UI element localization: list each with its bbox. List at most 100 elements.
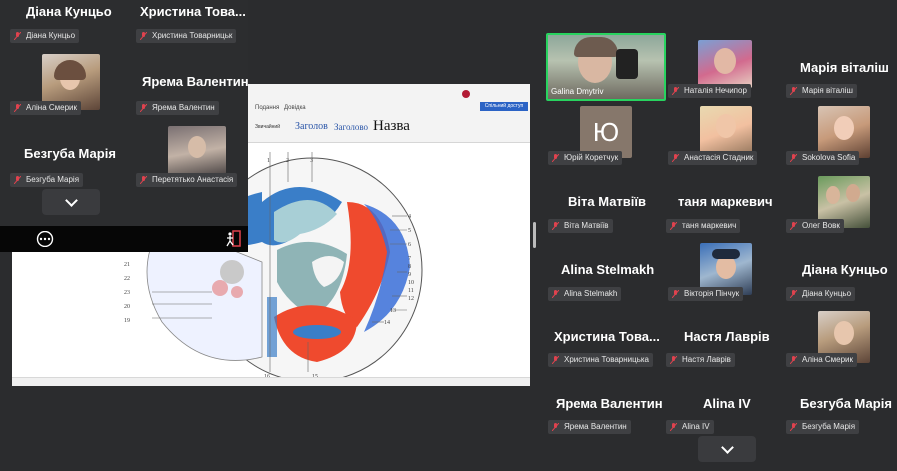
mic-muted-icon bbox=[140, 176, 147, 184]
participant-label: Ярема Валентин bbox=[136, 101, 219, 115]
participant-name: Безгуба Марія bbox=[24, 146, 116, 161]
participant-name: Alina Stelmakh bbox=[561, 262, 655, 277]
diagram-label: 9 bbox=[408, 272, 411, 278]
style-title[interactable]: Назва bbox=[373, 118, 410, 135]
participant-label: Аліна Смерик bbox=[786, 353, 858, 367]
participant-name: таня маркевич bbox=[678, 194, 773, 209]
chevron-down-icon bbox=[65, 194, 78, 207]
mic-muted-icon bbox=[790, 87, 797, 95]
mic-muted-icon bbox=[552, 154, 559, 162]
mic-muted-icon bbox=[14, 176, 21, 184]
mic-muted-icon bbox=[14, 32, 21, 40]
participant-name: Ярема Валентин bbox=[142, 74, 249, 89]
participant-name: Безгуба Марія bbox=[800, 396, 892, 411]
diagram-label: 10 bbox=[408, 280, 414, 286]
mic-muted-icon bbox=[140, 32, 147, 40]
diagram-label: 14 bbox=[384, 320, 390, 326]
leave-icon[interactable] bbox=[224, 230, 242, 248]
diagram-label: 19 bbox=[124, 318, 130, 324]
participants-overlay-panel: Діана Кунцьо Діана Кунцьо Христина Това.… bbox=[0, 0, 249, 226]
participant-label: Alina IV bbox=[666, 420, 714, 434]
panel-resize-handle[interactable] bbox=[533, 222, 536, 248]
participant-name: Настя Лаврів bbox=[684, 329, 770, 344]
mic-muted-icon bbox=[670, 356, 677, 364]
style-normal[interactable]: Звичайний bbox=[255, 124, 280, 130]
share-button[interactable]: Спільний доступ bbox=[480, 102, 528, 111]
mic-muted-icon bbox=[552, 356, 559, 364]
diagram-label: 11 bbox=[408, 288, 414, 294]
mic-muted-icon bbox=[670, 423, 677, 431]
participant-label: Аліна Смерик bbox=[10, 101, 82, 115]
diagram-label: 5 bbox=[408, 228, 411, 234]
participant-label: Безгуба Марія bbox=[10, 173, 84, 187]
diagram-label: 7 bbox=[408, 256, 411, 262]
mic-muted-icon bbox=[552, 222, 559, 230]
diagram-label: 12 bbox=[408, 296, 414, 302]
mic-muted-icon bbox=[790, 356, 797, 364]
participant-label: Alina Stelmakh bbox=[548, 287, 622, 301]
participant-video bbox=[168, 126, 226, 178]
style-heading2[interactable]: Заголово bbox=[334, 122, 368, 132]
participant-label: Анастасія Стадник bbox=[668, 151, 758, 165]
scroll-down-button[interactable] bbox=[42, 189, 100, 215]
participant-name: Діана Кунцьо bbox=[26, 4, 112, 19]
chevron-down-icon bbox=[721, 441, 734, 454]
participant-label: Віта Матвіїв bbox=[548, 219, 613, 233]
participant-label: таня маркевич bbox=[666, 219, 741, 233]
mic-muted-icon bbox=[672, 154, 679, 162]
mic-muted-icon bbox=[140, 104, 147, 112]
mic-muted-icon bbox=[790, 222, 797, 230]
mic-muted-icon bbox=[672, 290, 679, 298]
mic-muted-icon bbox=[14, 104, 21, 112]
participant-label: Настя Лаврів bbox=[666, 353, 735, 367]
participant-name: Діана Кунцьо bbox=[802, 262, 888, 277]
participant-name: Марія віталіш bbox=[800, 60, 889, 75]
diagram-label: 4 bbox=[408, 214, 411, 220]
participant-label: Юрій Коретчук bbox=[548, 151, 623, 165]
style-heading1[interactable]: Заголов bbox=[295, 121, 328, 132]
participant-label: Діана Кунцьо bbox=[10, 29, 80, 43]
participant-label: Олег Вовк bbox=[786, 219, 844, 233]
participant-label: Марія віталіш bbox=[786, 84, 857, 98]
diagram-label: 13 bbox=[390, 308, 396, 314]
diagram-label: 8 bbox=[408, 264, 411, 270]
participant-label: Христина Товарницька bbox=[548, 353, 654, 367]
mic-muted-icon bbox=[672, 87, 679, 95]
participant-label: Перетятько Анастасія bbox=[136, 173, 238, 187]
diagram-label: 23 bbox=[124, 290, 130, 296]
ribbon-tab-help[interactable]: Довідка bbox=[284, 105, 306, 111]
diagram-label: 2 bbox=[286, 158, 289, 164]
diagram-label: 20 bbox=[124, 304, 130, 310]
overlay-toolbar bbox=[0, 226, 248, 252]
mic-muted-icon bbox=[790, 154, 797, 162]
participant-name: Alina IV bbox=[703, 396, 751, 411]
diagram-label: 22 bbox=[124, 276, 130, 282]
mic-muted-icon bbox=[552, 290, 559, 298]
more-horizontal-icon[interactable] bbox=[35, 231, 55, 247]
participant-label: Galina Dmytriv bbox=[551, 87, 604, 96]
participant-video bbox=[698, 40, 752, 88]
participant-name: Христина Това... bbox=[140, 4, 246, 19]
ribbon-tab-view[interactable]: Подання bbox=[255, 105, 279, 111]
participant-label: Наталія Нечипор bbox=[668, 84, 751, 98]
mic-muted-icon bbox=[670, 222, 677, 230]
diagram-label: 6 bbox=[408, 242, 411, 248]
mic-muted-icon bbox=[552, 423, 559, 431]
participant-label: Sokolova Sofia bbox=[786, 151, 860, 165]
participant-name: Христина Това... bbox=[554, 329, 660, 344]
participant-label: Вікторія Пінчук bbox=[668, 287, 744, 301]
participant-name: Віта Матвіїв bbox=[568, 194, 647, 209]
participant-label: Діана Кунцьо bbox=[786, 287, 856, 301]
participant-label: Ярема Валентин bbox=[548, 420, 631, 434]
mic-muted-icon bbox=[790, 423, 797, 431]
word-status-bar bbox=[12, 377, 530, 386]
diagram-label: 1 bbox=[267, 158, 270, 164]
diagram-label: 3 bbox=[310, 158, 313, 164]
record-icon bbox=[462, 90, 470, 98]
gallery-scroll-down-button[interactable] bbox=[698, 436, 756, 462]
diagram-label: 21 bbox=[124, 262, 130, 268]
participant-label: Христина Товарницьк bbox=[136, 29, 237, 43]
mic-muted-icon bbox=[790, 290, 797, 298]
participant-label: Безгуба Марія bbox=[786, 420, 860, 434]
participant-name: Ярема Валентин bbox=[556, 396, 663, 411]
